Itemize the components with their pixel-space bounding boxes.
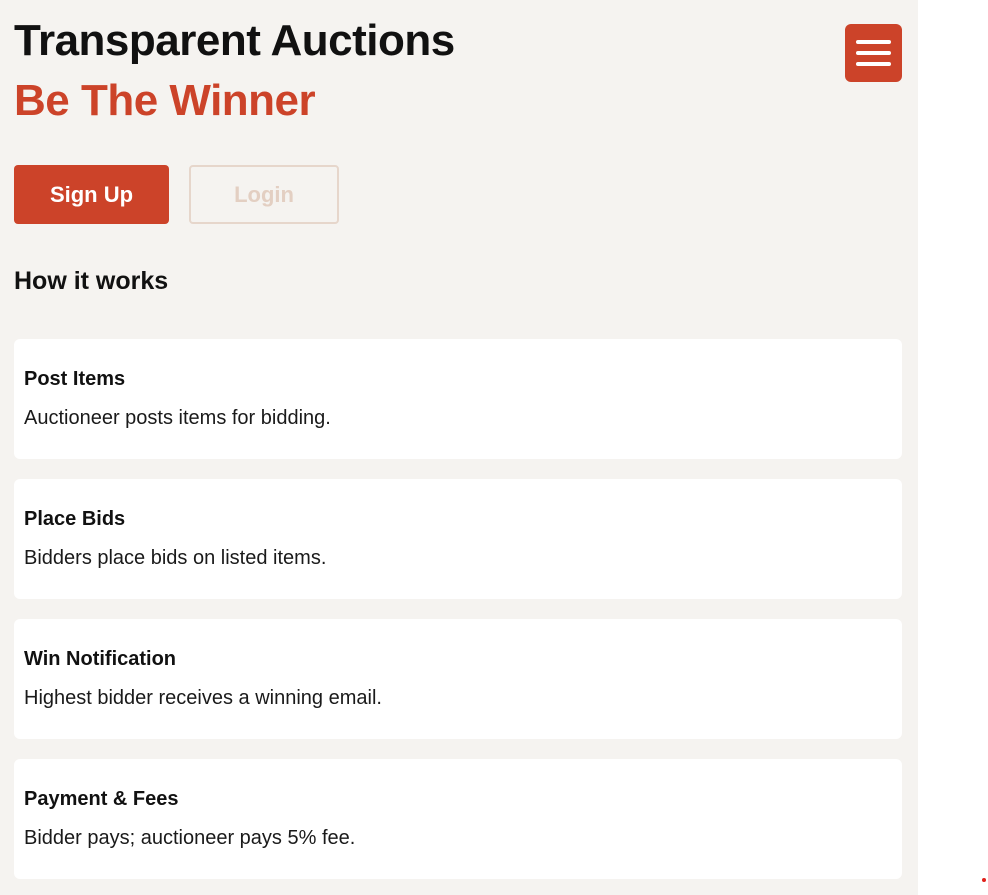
how-it-works-heading: How it works <box>14 267 169 295</box>
step-description: Highest bidder receives a winning email. <box>24 687 382 709</box>
step-title: Place Bids <box>24 508 126 530</box>
red-dot-marker <box>982 878 986 882</box>
main-panel: Transparent Auctions Be The Winner Sign … <box>0 0 918 895</box>
step-title: Post Items <box>24 368 126 390</box>
signup-button[interactable]: Sign Up <box>14 165 169 224</box>
step-title: Payment & Fees <box>24 788 179 810</box>
step-card-win-notification: Win Notification Highest bidder receives… <box>14 619 902 739</box>
site-title: Transparent Auctions <box>14 16 455 65</box>
menu-button[interactable] <box>845 24 902 82</box>
step-card-payment-fees: Payment & Fees Bidder pays; auctioneer p… <box>14 759 902 879</box>
step-title: Win Notification <box>24 648 177 670</box>
login-button[interactable]: Login <box>189 165 339 224</box>
step-card-post-items: Post Items Auctioneer posts items for bi… <box>14 339 902 459</box>
step-description: Auctioneer posts items for bidding. <box>24 407 331 429</box>
step-description: Bidders place bids on listed items. <box>24 547 327 569</box>
step-description: Bidder pays; auctioneer pays 5% fee. <box>24 827 356 849</box>
tagline: Be The Winner <box>14 76 316 125</box>
step-card-place-bids: Place Bids Bidders place bids on listed … <box>14 479 902 599</box>
hamburger-menu-icon <box>856 40 891 66</box>
